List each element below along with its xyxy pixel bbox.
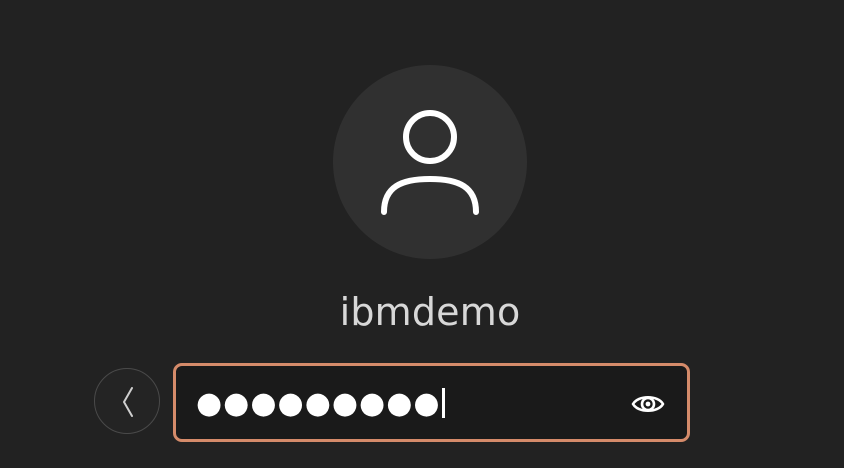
username-label: ibmdemo [339, 290, 521, 334]
reveal-password-button[interactable] [631, 387, 665, 421]
password-value[interactable]: ●●●●●●●●● [196, 379, 445, 429]
user-avatar [333, 65, 527, 259]
chevron-left-icon [123, 387, 133, 417]
user-icon [381, 110, 479, 215]
back-button[interactable] [94, 368, 160, 434]
password-dots: ●●●●●●●●● [196, 386, 441, 421]
password-field[interactable]: ●●●●●●●●● [173, 363, 690, 442]
eye-icon [631, 395, 665, 413]
text-caret [441, 387, 445, 418]
login-screen: ibmdemo ●●●●●●●●● [0, 0, 844, 468]
